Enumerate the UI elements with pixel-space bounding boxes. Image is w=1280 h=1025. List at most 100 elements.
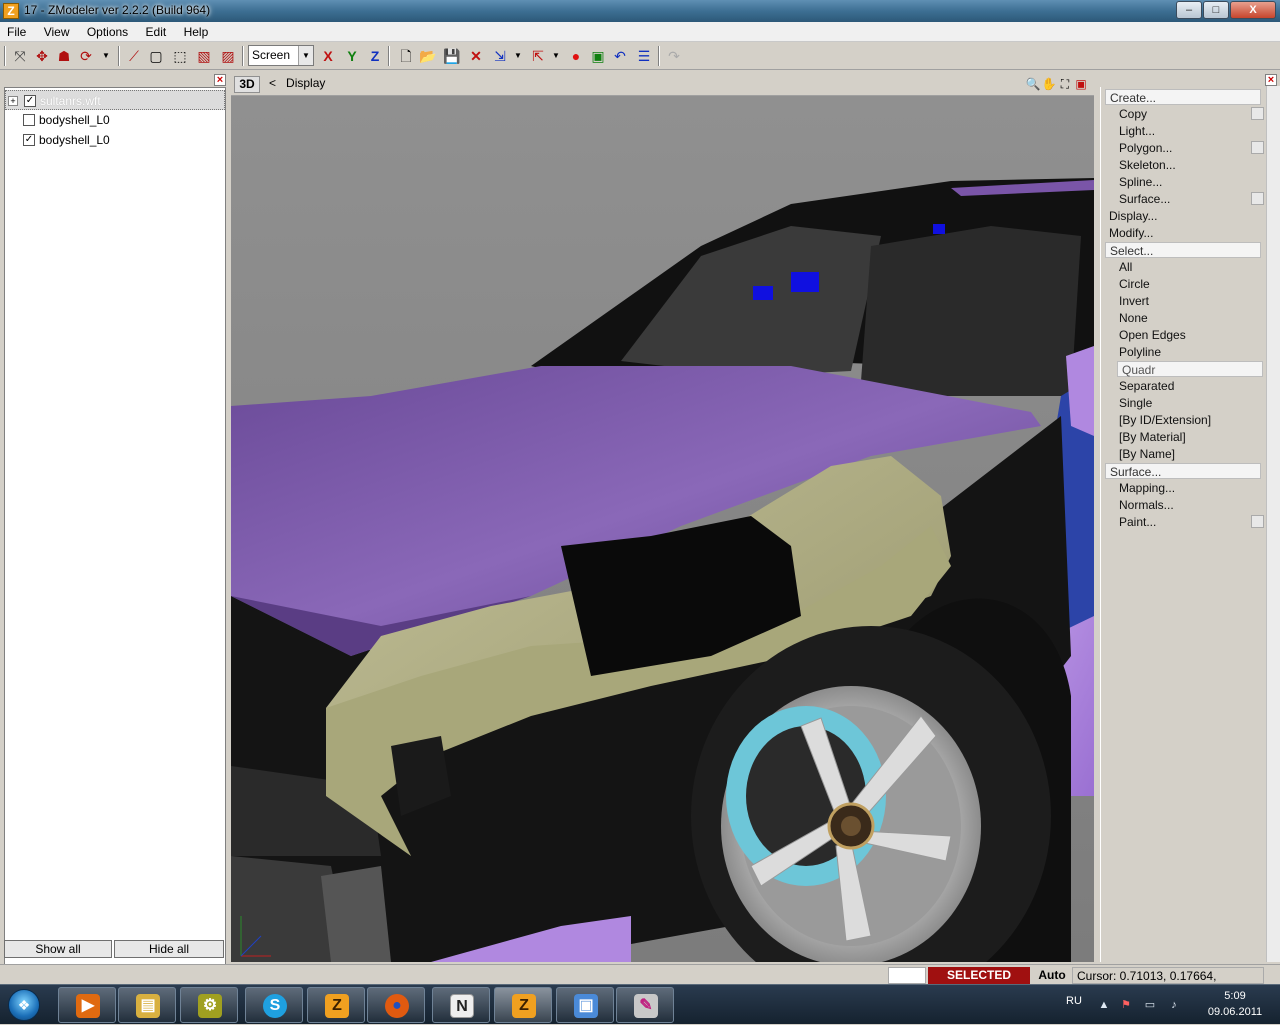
record-icon[interactable]: ● xyxy=(566,46,586,66)
select-invert[interactable]: Invert xyxy=(1119,293,1149,309)
command-panel-scrollbar[interactable] xyxy=(1266,86,1280,962)
clock-date[interactable]: 09.06.2011 xyxy=(1200,1006,1270,1018)
render-icon[interactable]: ▣ xyxy=(588,46,608,66)
taskbar-paint[interactable]: ✎ xyxy=(616,987,674,1023)
visibility-checkbox[interactable]: ✓ xyxy=(24,95,36,107)
taskbar-firefox[interactable]: ● xyxy=(367,987,425,1023)
surface-header[interactable]: Surface... xyxy=(1105,463,1261,479)
axis-x-toggle[interactable]: X xyxy=(318,46,338,66)
show-all-button[interactable]: Show all xyxy=(4,940,112,958)
close-panel-icon[interactable]: × xyxy=(1265,74,1277,86)
rotate-tool-icon[interactable]: ⟳ xyxy=(76,46,96,66)
create-copy-option[interactable] xyxy=(1251,107,1264,120)
chevron-down-icon[interactable]: ▼ xyxy=(298,46,313,65)
move-tool-icon[interactable]: ✥ xyxy=(32,46,52,66)
select-by-name[interactable]: [By Name] xyxy=(1119,446,1175,462)
select-header[interactable]: Select... xyxy=(1105,242,1261,258)
select-tool-icon[interactable]: ⤧ xyxy=(10,46,30,66)
taskbar-picture-viewer[interactable]: ▣ xyxy=(556,987,614,1023)
auto-mode-indicator[interactable]: Auto xyxy=(1034,967,1070,984)
menu-options[interactable]: Options xyxy=(80,22,135,42)
face-mode-icon[interactable]: ▢ xyxy=(146,46,166,66)
menu-view[interactable]: View xyxy=(37,22,77,42)
create-surface-option[interactable] xyxy=(1251,192,1264,205)
export-dropdown-icon[interactable]: ▼ xyxy=(546,46,566,66)
axis-z-toggle[interactable]: Z xyxy=(365,46,385,66)
menu-help[interactable]: Help xyxy=(177,22,216,42)
taskbar-file-explorer[interactable]: ▤ xyxy=(118,987,176,1023)
taskbar-game-tool[interactable]: ⚙ xyxy=(180,987,238,1023)
volume-icon[interactable]: ♪ xyxy=(1168,999,1180,1011)
create-surface[interactable]: Surface... xyxy=(1119,191,1170,207)
create-copy[interactable]: Copy xyxy=(1119,106,1147,122)
modify-menu[interactable]: Modify... xyxy=(1109,225,1153,241)
view-mode-button[interactable]: 3D xyxy=(234,76,260,93)
visibility-checkbox[interactable]: ✓ xyxy=(23,134,35,146)
taskbar-notepad[interactable]: N xyxy=(432,987,490,1023)
element-mode-icon[interactable]: ▨ xyxy=(218,46,238,66)
select-none[interactable]: None xyxy=(1119,310,1148,326)
properties-icon[interactable]: ☰ xyxy=(634,46,654,66)
wire-mode-icon[interactable]: ▧ xyxy=(194,46,214,66)
menu-file[interactable]: File xyxy=(0,22,33,42)
delete-icon[interactable]: ✕ xyxy=(466,46,486,66)
menu-edit[interactable]: Edit xyxy=(139,22,174,42)
create-light[interactable]: Light... xyxy=(1119,123,1155,139)
select-single[interactable]: Single xyxy=(1119,395,1152,411)
select-circle[interactable]: Circle xyxy=(1119,276,1150,292)
select-polyline[interactable]: Polyline xyxy=(1119,344,1161,360)
save-file-icon[interactable]: 💾 xyxy=(442,46,462,66)
vertex-mode-icon[interactable]: ⟋ xyxy=(124,46,144,66)
language-indicator[interactable]: RU xyxy=(1066,995,1082,1007)
3d-viewport[interactable]: 3D < Display 🔍 ✋ ⛶ ▣ xyxy=(231,72,1094,962)
axis-y-toggle[interactable]: Y xyxy=(342,46,362,66)
select-open-edges[interactable]: Open Edges xyxy=(1119,327,1186,343)
create-polygon[interactable]: Polygon... xyxy=(1119,140,1172,156)
close-button[interactable]: X xyxy=(1230,1,1276,19)
create-spline[interactable]: Spline... xyxy=(1119,174,1162,190)
breadcrumb-display[interactable]: Display xyxy=(286,76,325,90)
redo-icon[interactable]: ↷ xyxy=(664,46,684,66)
select-separated[interactable]: Separated xyxy=(1119,378,1174,394)
tree-item-bodyshell[interactable]: bodyshell_L0 xyxy=(5,110,225,130)
maximize-viewport-icon[interactable]: ▣ xyxy=(1073,76,1089,92)
coordinate-mode-select[interactable]: Screen ▼ xyxy=(248,45,314,66)
select-all[interactable]: All xyxy=(1119,259,1132,275)
export-icon[interactable]: ⇱ xyxy=(528,46,548,66)
car-model-render[interactable] xyxy=(231,96,1094,962)
pan-hand-icon[interactable]: ✋ xyxy=(1041,76,1057,92)
tree-item-sultanrs[interactable]: + ✓ sultanrs.wft xyxy=(5,90,225,110)
start-button[interactable]: ❖ xyxy=(4,987,44,1023)
close-panel-icon[interactable]: × xyxy=(214,74,226,86)
tree-item-bodyshell[interactable]: ✓ bodyshell_L0 xyxy=(5,130,225,150)
create-polygon-option[interactable] xyxy=(1251,141,1264,154)
taskbar-zmodeler-active[interactable]: Z xyxy=(494,987,552,1023)
open-file-icon[interactable]: 📂 xyxy=(418,46,438,66)
surface-normals[interactable]: Normals... xyxy=(1119,497,1174,513)
network-icon[interactable]: ▭ xyxy=(1144,999,1156,1011)
minimize-button[interactable]: – xyxy=(1176,1,1202,19)
import-dropdown-icon[interactable]: ▼ xyxy=(508,46,528,66)
display-menu[interactable]: Display... xyxy=(1109,208,1157,224)
maximize-button[interactable]: □ xyxy=(1203,1,1229,19)
breadcrumb-arrow[interactable]: < xyxy=(269,76,276,90)
surface-paint-option[interactable] xyxy=(1251,515,1264,528)
selected-mode-indicator[interactable]: SELECTED MODE xyxy=(928,967,1030,998)
visibility-checkbox[interactable] xyxy=(23,114,35,126)
taskbar-media-player[interactable]: ▶ xyxy=(58,987,116,1023)
taskbar-zmodeler[interactable]: Z xyxy=(307,987,365,1023)
import-icon[interactable]: ⇲ xyxy=(490,46,510,66)
surface-paint[interactable]: Paint... xyxy=(1119,514,1156,530)
expand-icon[interactable]: + xyxy=(8,96,18,106)
walk-tool-icon[interactable]: ☗ xyxy=(54,46,74,66)
show-hidden-icons-icon[interactable]: ▲ xyxy=(1098,999,1110,1011)
select-by-material[interactable]: [By Material] xyxy=(1119,429,1186,445)
zmodeler-app-icon[interactable]: Z xyxy=(3,3,19,19)
create-header[interactable]: Create... xyxy=(1105,89,1261,105)
taskbar-skype[interactable]: S xyxy=(245,987,303,1023)
surface-mapping[interactable]: Mapping... xyxy=(1119,480,1175,496)
new-file-icon[interactable]: 🗋 xyxy=(396,46,416,66)
fit-view-icon[interactable]: ⛶ xyxy=(1057,76,1073,92)
hide-all-button[interactable]: Hide all xyxy=(114,940,224,958)
select-by-id[interactable]: [By ID/Extension] xyxy=(1119,412,1211,428)
